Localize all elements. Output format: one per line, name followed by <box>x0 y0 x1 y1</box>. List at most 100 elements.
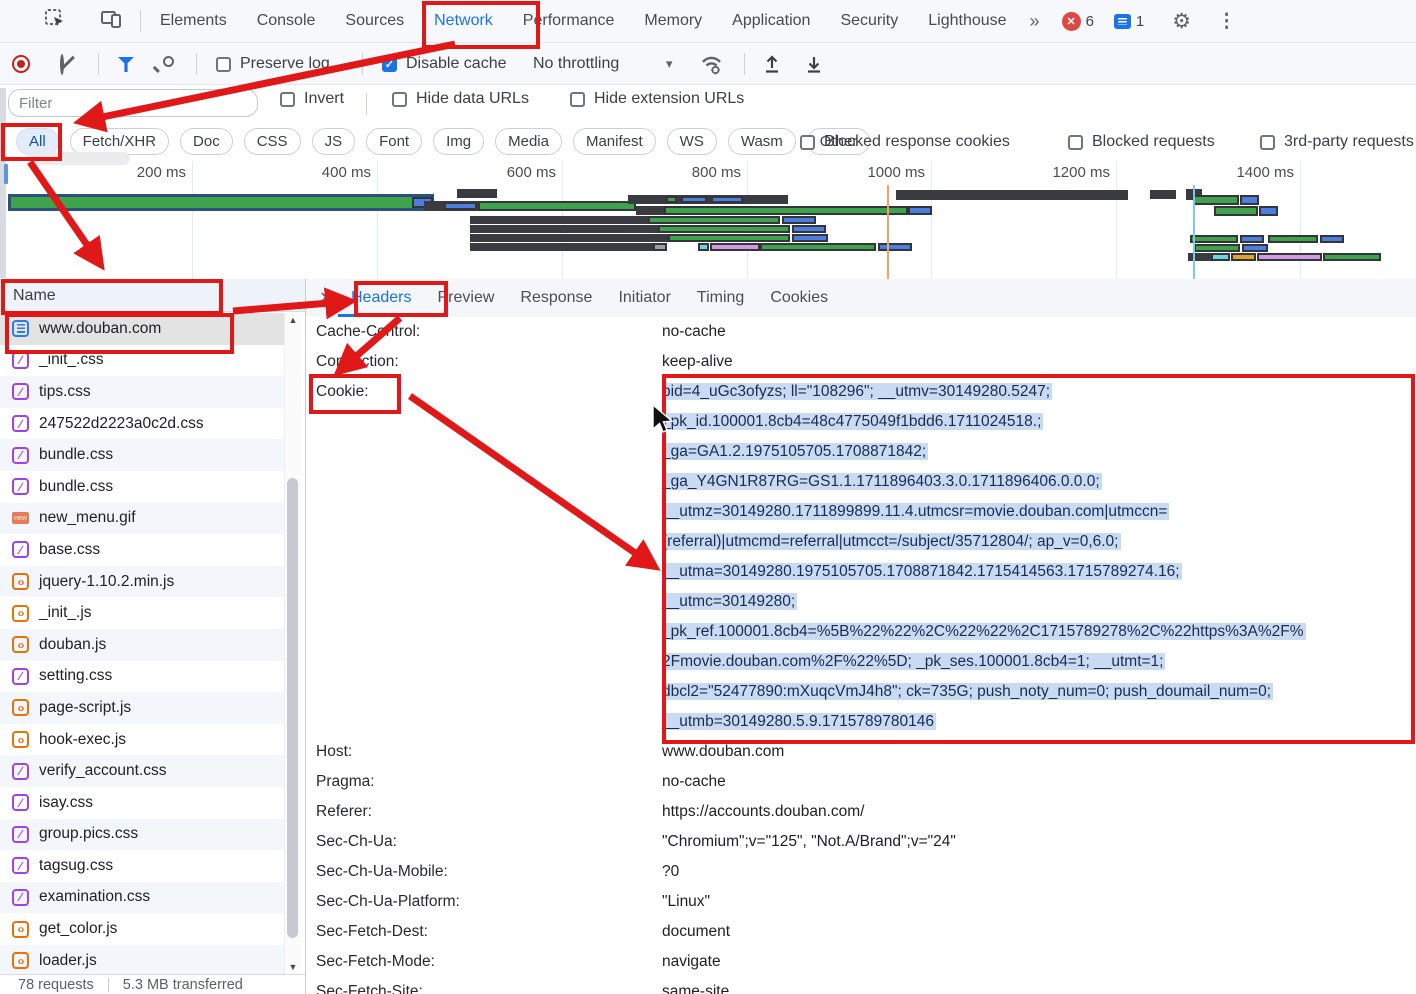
details-tab-response[interactable]: Response <box>507 279 605 317</box>
type-pill-all[interactable]: All <box>16 128 59 155</box>
hide-extension-urls-checkbox[interactable]: Hide extension URLs <box>570 90 744 108</box>
header-value: "Linux" <box>662 887 1416 917</box>
request-row[interactable]: ∕examination.css <box>0 882 284 914</box>
scroll-down-icon[interactable]: ▼ <box>285 962 301 972</box>
filter-funnel-icon[interactable] <box>118 57 134 72</box>
request-row[interactable]: ∕group.pics.css <box>0 819 284 851</box>
request-row[interactable]: ∕setting.css <box>0 661 284 693</box>
request-row[interactable]: ∕bundle.css <box>0 439 284 471</box>
request-row[interactable]: newnew_menu.gif <box>0 503 284 535</box>
inspect-element-icon[interactable] <box>44 8 66 35</box>
type-pill-doc[interactable]: Doc <box>180 128 233 155</box>
invert-checkbox[interactable]: Invert <box>280 90 344 108</box>
cookie-line-text: __utma=30149280.1975105705.1708871842.17… <box>662 563 1182 580</box>
request-row[interactable]: ∕_init_.css <box>0 345 284 377</box>
waterfall-bar <box>1240 235 1264 243</box>
console-error-counter[interactable]: ✕ 6 <box>1062 12 1094 31</box>
blocked-requests-checkbox[interactable]: Blocked requests <box>1068 133 1215 151</box>
header-row: Sec-Fetch-Site:same-site <box>306 977 1416 994</box>
network-overview-waterfall[interactable]: 200 ms400 ms600 ms800 ms1000 ms1200 ms14… <box>0 161 1416 280</box>
request-name: jquery-1.10.2.min.js <box>39 573 174 591</box>
error-count: 6 <box>1086 13 1094 30</box>
type-pill-fetch/xhr[interactable]: Fetch/XHR <box>70 128 169 155</box>
filter-input[interactable] <box>8 89 258 117</box>
type-pill-media[interactable]: Media <box>495 128 562 155</box>
tab-performance[interactable]: Performance <box>508 0 630 42</box>
third-party-requests-checkbox[interactable]: 3rd-party requests <box>1260 133 1414 151</box>
name-column-header[interactable]: Name <box>0 279 306 312</box>
details-tab-headers[interactable]: Headers <box>338 279 424 317</box>
request-row[interactable]: ∕isay.css <box>0 787 284 819</box>
request-row[interactable]: ∕247522d2223a0c2d.css <box>0 408 284 440</box>
tab-console[interactable]: Console <box>242 0 331 42</box>
waterfall-bar <box>666 196 677 203</box>
toolbar-separator <box>744 53 745 75</box>
close-details-icon[interactable]: ✕ <box>314 288 338 308</box>
cookie-line-text: __utmz=30149280.1711899899.11.4.utmcsr=m… <box>662 503 1169 520</box>
clear-network-log-button[interactable] <box>60 54 64 75</box>
waterfall-bar <box>664 206 908 215</box>
tab-security[interactable]: Security <box>825 0 913 42</box>
scroll-up-icon[interactable]: ▲ <box>285 315 301 325</box>
request-row[interactable]: ‹›jquery-1.10.2.min.js <box>0 566 284 598</box>
tab-application[interactable]: Application <box>717 0 825 42</box>
disable-cache-checkbox[interactable]: ✓Disable cache <box>382 55 507 73</box>
waterfall-bar <box>1214 206 1258 216</box>
type-pill-wasm[interactable]: Wasm <box>728 128 796 155</box>
request-row[interactable]: ‹›_init_.js <box>0 597 284 629</box>
scrollbar-thumb[interactable] <box>287 478 298 938</box>
import-har-icon[interactable] <box>762 53 782 80</box>
type-pill-font[interactable]: Font <box>366 128 422 155</box>
blocked-response-cookies-checkbox[interactable]: Blocked response cookies <box>800 133 1010 151</box>
type-pill-js[interactable]: JS <box>312 128 356 155</box>
device-toolbar-icon[interactable] <box>100 9 122 34</box>
waterfall-bar <box>1150 190 1176 199</box>
tab-memory[interactable]: Memory <box>629 0 717 42</box>
console-message-counter[interactable]: 1 <box>1114 13 1144 30</box>
request-row[interactable]: ∕base.css <box>0 534 284 566</box>
request-headers-pane: Cache-Control:no-cacheConnection:keep-al… <box>306 317 1416 994</box>
timeline-range-handle[interactable] <box>4 164 8 184</box>
request-row[interactable]: ‹›douban.js <box>0 629 284 661</box>
record-network-log-button[interactable] <box>12 55 30 73</box>
script-icon: ‹› <box>12 699 29 716</box>
request-row[interactable]: ∕tagsug.css <box>0 850 284 882</box>
request-row[interactable]: ∕tips.css <box>0 376 284 408</box>
throttling-caret-icon[interactable]: ▾ <box>666 56 673 72</box>
hide-data-urls-checkbox[interactable]: Hide data URLs <box>392 90 529 108</box>
request-list-scrollbar[interactable]: ▲ ▼ <box>284 313 301 974</box>
type-pill-img[interactable]: Img <box>433 128 484 155</box>
more-tabs-chevron[interactable]: » <box>1022 0 1048 42</box>
preserve-log-checkbox[interactable]: Preserve log <box>216 55 330 73</box>
throttling-select[interactable]: No throttling <box>533 55 619 73</box>
toolbar-separator <box>196 53 197 75</box>
export-har-icon[interactable] <box>804 53 824 80</box>
request-row[interactable]: ‹›loader.js <box>0 945 284 974</box>
tab-lighthouse[interactable]: Lighthouse <box>913 0 1021 42</box>
network-conditions-icon[interactable] <box>700 53 726 81</box>
details-tab-initiator[interactable]: Initiator <box>605 279 683 317</box>
type-pill-manifest[interactable]: Manifest <box>573 128 656 155</box>
type-pill-css[interactable]: CSS <box>244 128 301 155</box>
request-row[interactable]: ∕verify_account.css <box>0 755 284 787</box>
request-name: bundle.css <box>39 446 113 464</box>
request-row[interactable]: ‹›get_color.js <box>0 913 284 945</box>
stylesheet-icon: ∕ <box>12 352 29 369</box>
type-pill-ws[interactable]: WS <box>667 128 717 155</box>
settings-gear-icon[interactable]: ⚙ <box>1172 9 1191 34</box>
header-row: Host:www.douban.com <box>306 737 1416 767</box>
tab-elements[interactable]: Elements <box>145 0 242 42</box>
details-tab-preview[interactable]: Preview <box>424 279 507 317</box>
waterfall-bar <box>1193 195 1239 205</box>
request-row[interactable]: ‹›page-script.js <box>0 692 284 724</box>
request-row[interactable]: ∕bundle.css <box>0 471 284 503</box>
request-name: verify_account.css <box>39 762 167 780</box>
details-tab-timing[interactable]: Timing <box>684 279 757 317</box>
kebab-menu-icon[interactable]: ⋮ <box>1217 10 1236 33</box>
request-row[interactable]: www.douban.com <box>0 313 284 345</box>
tab-network[interactable]: Network <box>419 0 508 42</box>
tab-sources[interactable]: Sources <box>330 0 419 42</box>
details-tab-cookies[interactable]: Cookies <box>757 279 841 317</box>
request-row[interactable]: ‹›hook-exec.js <box>0 724 284 756</box>
preserve-log-label: Preserve log <box>240 55 330 73</box>
